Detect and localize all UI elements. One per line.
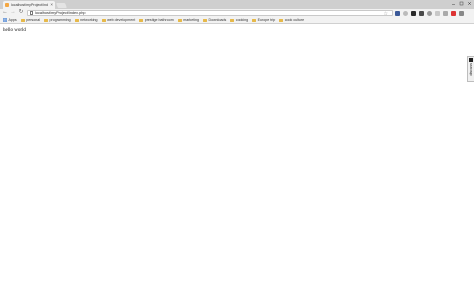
bookmark-label: programming <box>49 18 71 22</box>
bookmark-label: networking <box>80 18 98 22</box>
bookmark-folder[interactable]: Downloads <box>202 18 227 22</box>
page-favicon-icon <box>5 3 9 7</box>
extension-icon[interactable] <box>459 10 464 16</box>
minimize-icon[interactable] <box>451 1 456 6</box>
extension-icon[interactable] <box>419 10 424 16</box>
extension-icon[interactable] <box>443 10 448 16</box>
address-bar[interactable]: localhost/myProject/index.php ☆ <box>27 10 393 17</box>
tab-title: localhost/myProject/ind <box>11 3 48 7</box>
folder-icon <box>252 18 257 22</box>
bookmark-label: cook culture <box>284 18 305 22</box>
folder-icon <box>101 18 106 22</box>
bookmark-label: marketing <box>183 18 199 22</box>
bookmark-folder[interactable]: programming <box>44 18 71 22</box>
folder-icon <box>177 18 182 22</box>
bookmark-label: prestige bathroom <box>144 18 174 22</box>
folder-icon <box>139 18 144 22</box>
reload-button[interactable]: ↻ <box>18 10 24 16</box>
maximize-icon[interactable] <box>459 1 464 6</box>
extension-icon[interactable] <box>435 10 440 16</box>
bookmark-folder[interactable]: cook culture <box>279 18 304 22</box>
url-text[interactable]: localhost/myProject/index.php <box>35 11 85 15</box>
bookmark-label: personal <box>26 18 40 22</box>
window-controls <box>451 1 472 7</box>
extension-icon[interactable] <box>411 10 416 16</box>
forward-button[interactable]: → <box>10 10 16 16</box>
bookmark-label: Downloads <box>208 18 227 22</box>
discuss-label: discuss <box>469 63 473 76</box>
page-info-icon[interactable] <box>30 11 33 15</box>
menu-icon[interactable] <box>467 11 471 23</box>
bookmark-label: cooking <box>235 18 249 22</box>
bookmark-label: Europe trip <box>257 18 276 22</box>
browser-tab[interactable]: localhost/myProject/ind × <box>3 1 55 9</box>
bookmark-apps[interactable]: Apps <box>3 18 17 22</box>
bookmark-folder[interactable]: cooking <box>230 18 248 22</box>
page-content: hello world <box>0 24 474 296</box>
bookmark-folder[interactable]: prestige bathroom <box>139 18 174 22</box>
folder-icon <box>230 18 235 22</box>
tab-strip: localhost/myProject/ind × <box>0 0 474 9</box>
new-tab-button[interactable] <box>56 3 67 8</box>
folder-icon <box>202 18 207 22</box>
bookmark-folder[interactable]: marketing <box>177 18 199 22</box>
bookmark-folder[interactable]: networking <box>74 18 98 22</box>
folder-icon <box>20 18 25 22</box>
extension-icon[interactable] <box>451 10 456 16</box>
back-button[interactable]: ← <box>2 10 8 16</box>
extension-icon[interactable] <box>403 10 408 16</box>
bookmark-folder[interactable]: Europe trip <box>252 18 275 22</box>
folder-icon <box>44 18 48 22</box>
browser-toolbar: ← → ↻ localhost/myProject/index.php ☆ <box>0 9 474 23</box>
discuss-side-tab[interactable]: discuss <box>467 56 474 82</box>
extension-icon[interactable] <box>395 10 400 16</box>
apps-icon <box>3 18 7 22</box>
discuss-icon <box>469 58 473 62</box>
bookmark-folder[interactable]: web development <box>101 18 136 22</box>
close-window-icon[interactable] <box>467 1 472 6</box>
bookmark-label: web development <box>107 18 136 22</box>
bookmark-folder[interactable]: personal <box>20 18 40 22</box>
extension-icon[interactable] <box>427 10 432 16</box>
folder-icon <box>279 18 284 22</box>
tab-close-icon[interactable]: × <box>50 2 53 8</box>
page-body-text: hello world <box>3 28 26 33</box>
bookmarks-bar: Apps personal programming networking web… <box>0 17 474 24</box>
folder-icon <box>74 18 79 22</box>
bookmark-label: Apps <box>8 18 17 22</box>
